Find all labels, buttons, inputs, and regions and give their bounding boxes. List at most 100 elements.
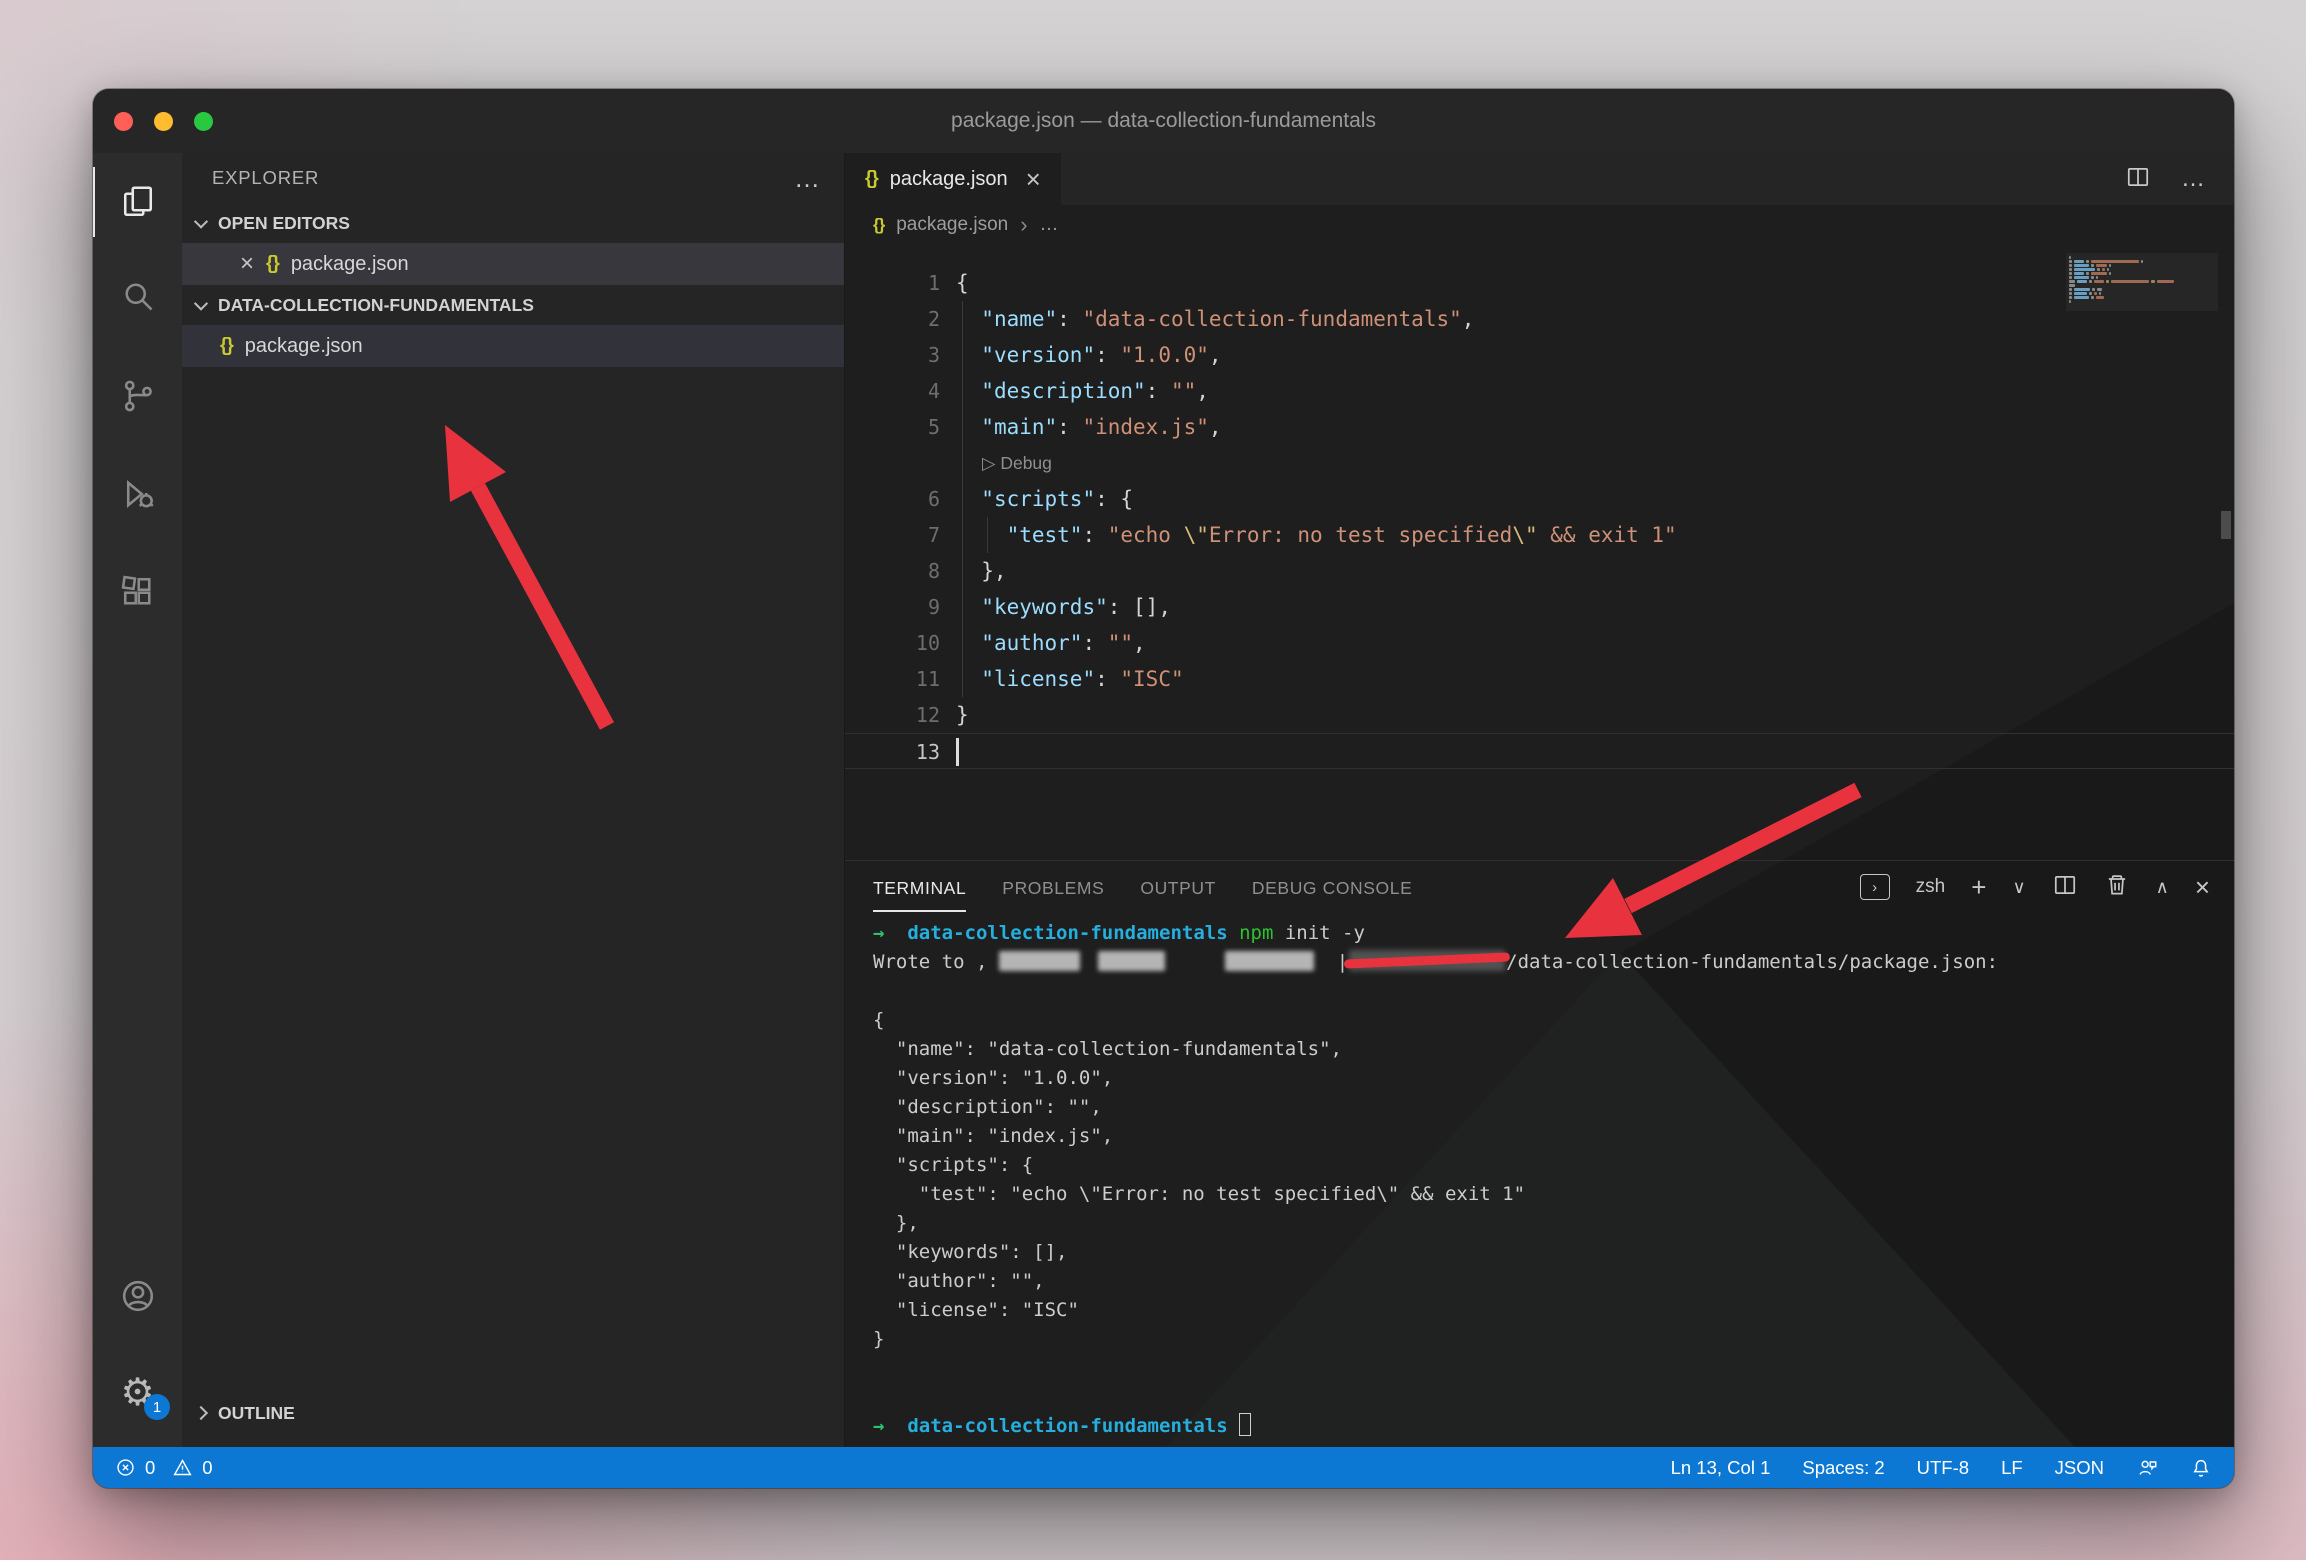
notifications-bell-icon[interactable] [2190,1457,2212,1479]
new-terminal-icon[interactable]: + [1971,874,1986,900]
indent-guide [962,589,963,625]
code-text: "author": "", [956,625,2234,661]
status-item-spaces-2[interactable]: Spaces: 2 [1802,1457,1884,1479]
line-number: 9 [845,589,940,625]
code-line[interactable]: 12} [845,697,2234,733]
code-line[interactable]: 7 "test": "echo \"Error: no test specifi… [845,517,2234,553]
panel-tab-output[interactable]: OUTPUT [1140,863,1216,912]
titlebar[interactable]: package.json — data-collection-fundament… [93,89,2234,153]
status-item-json[interactable]: JSON [2055,1457,2104,1479]
code-line[interactable]: 1{ [845,265,2234,301]
terminal-line: { [873,1006,2234,1035]
open-editor-filename: package.json [291,253,409,276]
explorer-actions-icon[interactable]: … [794,163,822,194]
settings-gear-icon[interactable]: ⚙ 1 [93,1358,182,1428]
line-number: 4 [845,373,940,409]
kill-terminal-trash-icon[interactable] [2104,872,2130,903]
breadcrumb-more[interactable]: … [1040,214,1059,236]
panel-tab-debug-console[interactable]: DEBUG CONSOLE [1252,863,1412,912]
text-cursor [956,738,959,766]
code-line[interactable]: 11 "license": "ISC" [845,661,2234,697]
close-tab-icon[interactable]: × [1026,166,1041,192]
outline-section[interactable]: OUTLINE [182,1393,844,1433]
terminal-toolbar: › zsh + ∨ ∧ × [1860,872,2210,903]
search-icon[interactable] [93,261,182,331]
editor-tabs-bar: {} package.json × … [845,153,2234,205]
line-number: 1 [845,265,940,301]
terminal-line: } [873,1325,2234,1354]
status-bar: 0 0 Ln 13, Col 1 Spaces: 2 UTF-8 LF JSON [93,1447,2234,1488]
editor-scrollbar[interactable] [2221,511,2231,539]
code-line[interactable]: 4 "description": "", [845,373,2234,409]
code-line[interactable]: 8 }, [845,553,2234,589]
breadcrumb-file[interactable]: package.json [896,214,1008,236]
line-number: 10 [845,625,940,661]
account-icon[interactable] [93,1261,182,1331]
launch-profile-chevron-icon[interactable]: ∨ [2012,878,2025,896]
code-line[interactable]: 10 "author": "", [845,625,2234,661]
close-editor-icon[interactable]: × [240,252,254,276]
warnings-count: 0 [202,1457,212,1479]
extensions-icon[interactable] [93,557,182,627]
redacted-block [1225,951,1314,971]
file-item-name: package.json [245,335,363,358]
tab-package-json[interactable]: {} package.json × [845,153,1062,205]
indent-guide [987,517,988,553]
open-editors-section[interactable]: OPEN EDITORS [182,203,844,243]
redacted-block [999,951,1080,971]
redacted-block [1098,951,1165,971]
terminal-cursor [1239,1413,1251,1436]
tab-actions: … [2125,153,2234,205]
minimap[interactable] [2066,253,2218,311]
chevron-down-icon [194,297,208,311]
code-text: } [956,697,2234,733]
terminal-line: }, [873,1209,2234,1238]
line-number: 2 [845,301,940,337]
code-line[interactable]: 2 "name": "data-collection-fundamentals"… [845,301,2234,337]
indent-guide [962,481,963,517]
close-panel-icon[interactable]: × [2195,874,2210,900]
terminal-line: → data-collection-fundamentals [873,1412,2234,1441]
explorer-icon[interactable] [93,167,182,237]
breadcrumb[interactable]: {} package.json › … [845,205,2234,245]
code-editor[interactable]: 1{2 "name": "data-collection-fundamental… [845,245,2234,769]
code-text [956,734,2234,768]
code-text: "version": "1.0.0", [956,337,2234,373]
status-item-lf[interactable]: LF [2001,1457,2023,1479]
folder-name-label: DATA-COLLECTION-FUNDAMENTALS [218,295,534,316]
panel: TERMINAL PROBLEMS OUTPUT DEBUG CONSOLE › zs… [845,860,2234,1447]
status-item-ln-13-col-1[interactable]: Ln 13, Col 1 [1671,1457,1771,1479]
panel-tab-terminal[interactable]: TERMINAL [873,863,966,912]
terminal-line: → data-collection-fundamentals npm init … [873,919,2234,948]
code-line[interactable]: 6 "scripts": { [845,481,2234,517]
file-item-package-json[interactable]: {} package.json [182,325,844,367]
open-editor-item-package-json[interactable]: × {} package.json [182,243,844,285]
activity-bar: ⚙ 1 [93,153,182,1447]
code-line[interactable]: 13 [845,733,2234,769]
terminal-line: "author": "", [873,1267,2234,1296]
split-editor-icon[interactable] [2125,164,2151,195]
terminal-line: "main": "index.js", [873,1122,2234,1151]
code-line[interactable]: 9 "keywords": [], [845,589,2234,625]
panel-tabs: TERMINAL PROBLEMS OUTPUT DEBUG CONSOLE [873,863,1448,912]
code-line[interactable]: 3 "version": "1.0.0", [845,337,2234,373]
feedback-icon[interactable] [2136,1457,2158,1479]
errors-icon [115,1457,136,1478]
indent-guide [962,445,963,481]
source-control-icon[interactable] [93,361,182,431]
panel-tab-problems[interactable]: PROBLEMS [1002,863,1104,912]
code-line[interactable]: 5 "main": "index.js", [845,409,2234,445]
folder-section[interactable]: DATA-COLLECTION-FUNDAMENTALS [182,285,844,325]
more-actions-icon[interactable]: … [2181,165,2208,193]
split-terminal-icon[interactable] [2052,872,2078,903]
terminal[interactable]: → data-collection-fundamentals npm init … [845,913,2234,1447]
maximize-panel-icon[interactable]: ∧ [2156,878,2169,896]
status-items: Ln 13, Col 1 Spaces: 2 UTF-8 LF JSON [1671,1457,2104,1479]
status-item-utf-8[interactable]: UTF-8 [1917,1457,1969,1479]
codelens-row[interactable]: ▷ Debug [845,445,2234,481]
run-debug-icon[interactable] [93,459,182,529]
shell-name[interactable]: zsh [1916,876,1946,898]
sidebar-header: EXPLORER … [182,153,844,203]
problems-status[interactable]: 0 0 [115,1457,213,1479]
terminal-line [873,977,2234,1006]
